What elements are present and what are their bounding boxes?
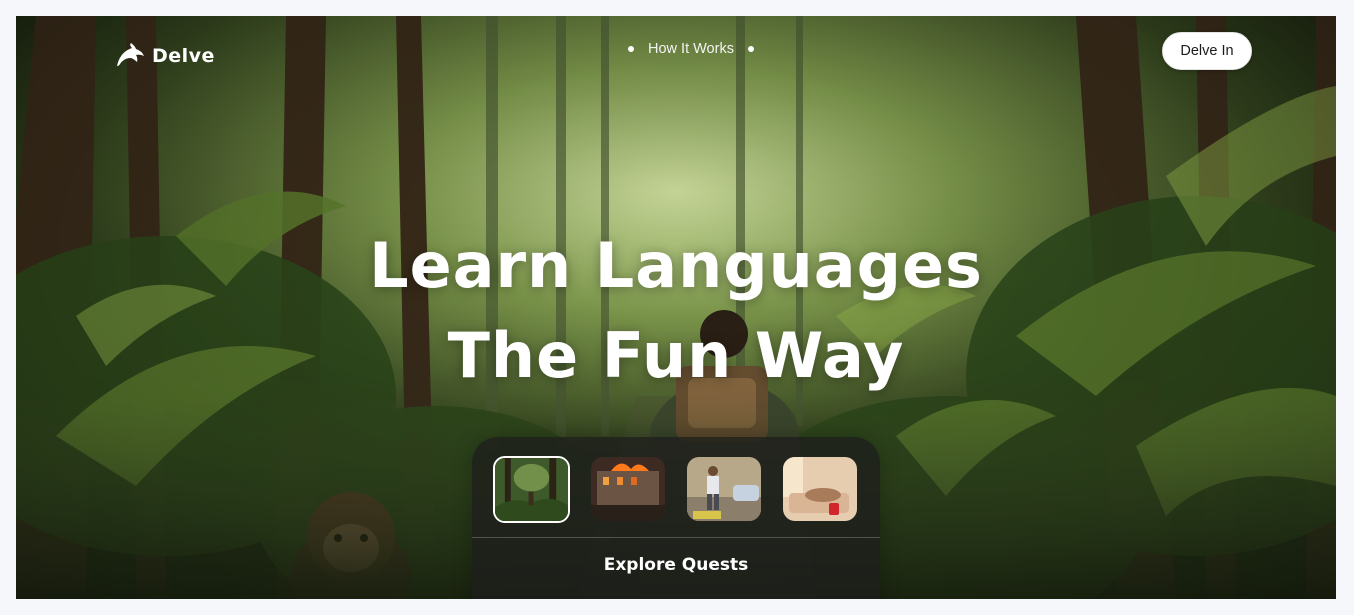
- main-nav: How It Works: [628, 41, 754, 57]
- nav-dot-right: [747, 46, 754, 52]
- hero-section: Delve How It Works Delve In Learn Langua…: [16, 16, 1336, 599]
- nav-link-how-it-works[interactable]: How It Works: [648, 41, 734, 57]
- quest-panel: Explore Quests: [472, 437, 880, 599]
- quest-thumbnail-bedroom[interactable]: [783, 457, 857, 521]
- quest-thumbnails: [493, 456, 859, 523]
- explore-quests-link[interactable]: Explore Quests: [472, 555, 880, 575]
- dolphin-icon: [117, 43, 144, 66]
- quest-panel-divider: [472, 537, 880, 538]
- quest-thumbnail-burning-city[interactable]: [591, 457, 665, 521]
- hero-title-line-1: Learn Languages: [369, 229, 983, 302]
- hero-title: Learn Languages The Fun Way: [16, 221, 1336, 401]
- quest-thumbnail-jungle[interactable]: [493, 456, 570, 523]
- quest-thumbnail-street[interactable]: [687, 457, 761, 521]
- brand-logo[interactable]: Delve: [114, 42, 215, 70]
- nav-dot-left: [628, 46, 634, 52]
- hero-title-line-2: The Fun Way: [447, 319, 905, 392]
- brand-name: Delve: [152, 45, 215, 67]
- delve-in-button[interactable]: Delve In: [1162, 32, 1252, 70]
